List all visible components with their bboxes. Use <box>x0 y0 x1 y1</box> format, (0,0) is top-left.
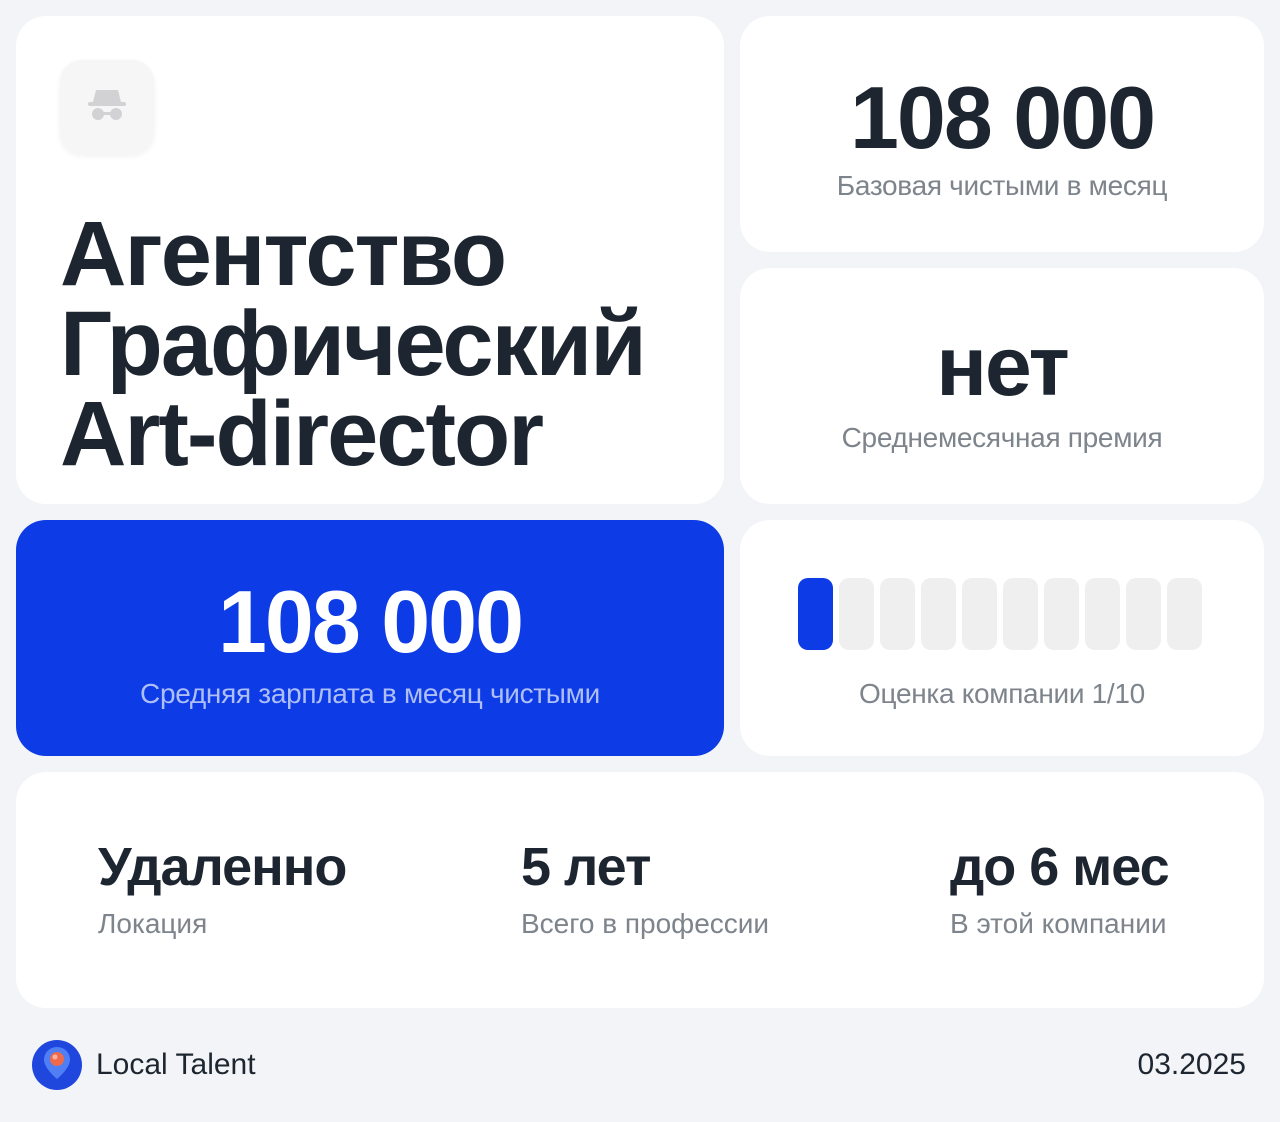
stat-location: Удаленно Локация <box>98 837 347 940</box>
stat-value: 5 лет <box>521 837 651 897</box>
map-pin-icon <box>43 1046 71 1085</box>
rating-label: Оценка компании 1/10 <box>859 678 1145 709</box>
company-category: Графический <box>60 293 647 395</box>
stat-label: Всего в профессии <box>521 908 770 939</box>
job-title: Art-director <box>60 383 544 485</box>
anonymous-avatar <box>60 60 154 154</box>
rating-segment-empty <box>1044 578 1079 650</box>
bonus-label: Среднемесячная премия <box>841 422 1163 453</box>
base-salary-value: 108 000 <box>849 68 1156 167</box>
rating-meter <box>798 578 1202 650</box>
base-salary-label: Базовая чистыми в месяц <box>836 170 1168 201</box>
stats-card: Удаленно Локация 5 лет Всего в профессии… <box>16 772 1264 1008</box>
bonus-card: нет Среднемесячная премия <box>740 268 1264 504</box>
bonus-value: нет <box>936 319 1069 413</box>
rating-segment-empty <box>962 578 997 650</box>
rating-segment-empty <box>921 578 956 650</box>
average-salary-value: 108 000 <box>217 572 524 671</box>
incognito-icon <box>87 88 127 127</box>
stat-tenure: до 6 мес В этой компании <box>950 837 1170 940</box>
title-card: Агентство Графический Art-director <box>16 16 724 504</box>
report-date: 03.2025 <box>1137 1048 1246 1081</box>
rating-segment-empty <box>1003 578 1038 650</box>
stat-label: В этой компании <box>950 908 1167 939</box>
stat-value: до 6 мес <box>950 837 1170 897</box>
stat-label: Локация <box>98 908 208 939</box>
rating-segment-empty <box>880 578 915 650</box>
rating-segment-empty <box>1126 578 1161 650</box>
stat-value: Удаленно <box>98 837 347 897</box>
rating-segment-empty <box>1085 578 1120 650</box>
rating-segment-filled <box>798 578 833 650</box>
company-name: Агентство <box>60 203 507 305</box>
brand-logo <box>32 1040 82 1090</box>
average-salary-label: Средняя зарплата в месяц чистыми <box>140 678 600 709</box>
rating-segment-empty <box>1167 578 1202 650</box>
rating-card: Оценка компании 1/10 <box>740 520 1264 756</box>
average-salary-card: 108 000 Средняя зарплата в месяц чистыми <box>16 520 724 756</box>
stat-experience: 5 лет Всего в профессии <box>521 840 769 940</box>
rating-segment-empty <box>839 578 874 650</box>
brand-name: Local Talent <box>96 1048 256 1081</box>
base-salary-card: 108 000 Базовая чистыми в месяц <box>740 16 1264 252</box>
